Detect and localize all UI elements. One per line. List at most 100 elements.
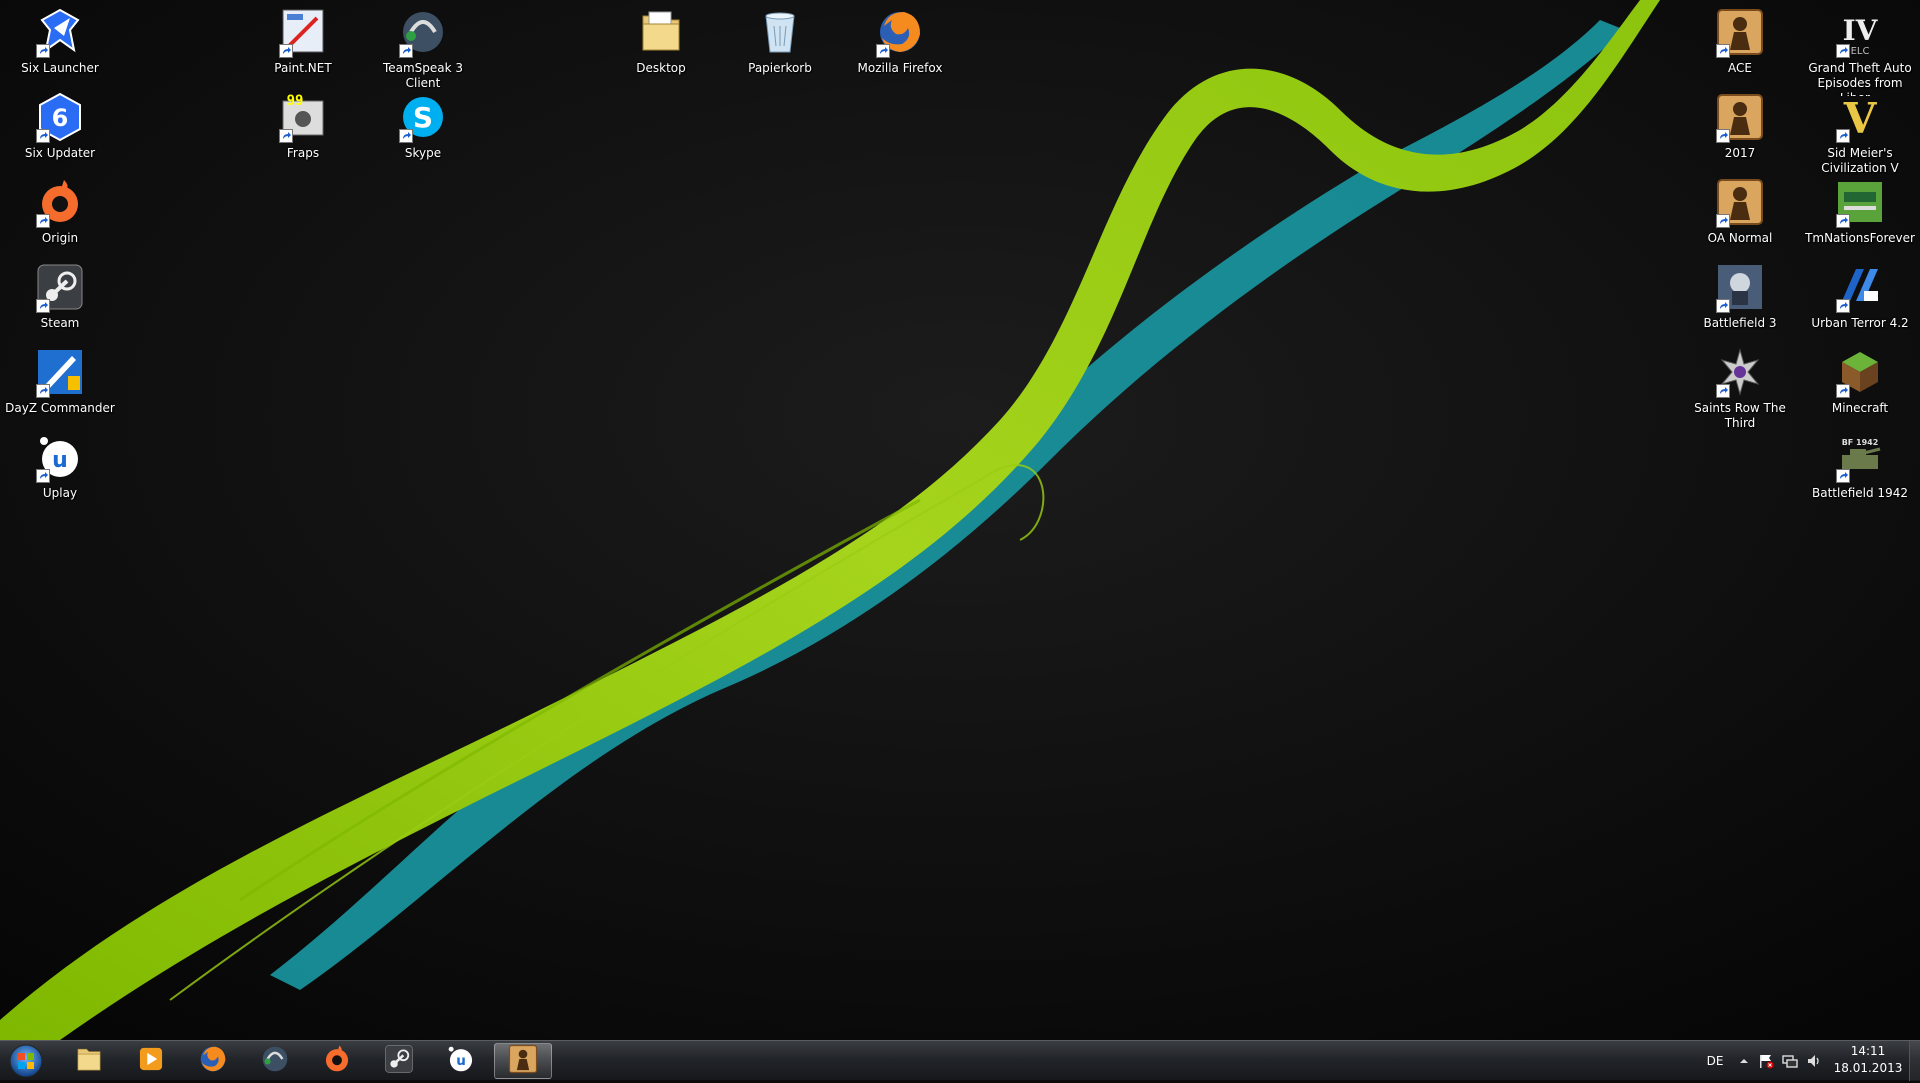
shortcut-arrow-icon xyxy=(1836,384,1850,398)
action-center-flag-icon[interactable] xyxy=(1756,1041,1776,1081)
desktop-icon[interactable]: TeamSpeak 3 Client xyxy=(365,0,481,96)
desktop-icon[interactable]: Battlefield 3 xyxy=(1682,255,1798,351)
shortcut-arrow-icon xyxy=(1836,44,1850,58)
civilization-v-icon: V xyxy=(1834,91,1886,143)
shortcut-arrow-icon xyxy=(1836,299,1850,313)
soldier-game-icon xyxy=(507,1043,539,1079)
taskbar-button[interactable] xyxy=(494,1043,552,1079)
clock-date: 18.01.2013 xyxy=(1833,1061,1903,1075)
desktop-icon-label: Six Updater xyxy=(24,146,96,160)
gta-iv-icon: IV ELC xyxy=(1834,6,1886,58)
shortcut-arrow-icon xyxy=(399,129,413,143)
desktop-icon-label: Fraps xyxy=(286,146,320,160)
steam-icon xyxy=(34,261,86,313)
saints-row-icon xyxy=(1714,346,1766,398)
desktop-icon-label: Six Launcher xyxy=(21,61,99,75)
skype-icon: S xyxy=(397,91,449,143)
desktop-icon[interactable]: Six Launcher xyxy=(2,0,118,96)
firefox-icon xyxy=(197,1043,229,1079)
uplay-icon: u xyxy=(445,1043,477,1079)
show-hidden-icons-arrow-icon[interactable] xyxy=(1736,1041,1752,1081)
taskbar-button[interactable] xyxy=(60,1043,118,1079)
desktop-icon-label: 2017 xyxy=(1724,146,1756,160)
desktop-icon[interactable]: DayZ Commander xyxy=(2,340,118,436)
desktop-icon[interactable]: S Skype xyxy=(365,85,481,181)
desktop-icon[interactable]: Mozilla Firefox xyxy=(842,0,958,96)
shortcut-arrow-icon xyxy=(279,44,293,58)
desktop-icon-label: Urban Terror 4.2 xyxy=(1811,316,1909,330)
clock-time: 14:11 xyxy=(1850,1044,1886,1058)
desktop-icon[interactable]: OA Normal xyxy=(1682,170,1798,266)
start-button[interactable] xyxy=(4,1043,48,1079)
taskbar-button[interactable] xyxy=(184,1043,242,1079)
uplay-icon: u xyxy=(34,431,86,483)
battlefield3-icon xyxy=(1714,261,1766,313)
folder-icon xyxy=(635,6,687,58)
desktop-icon-label: Uplay xyxy=(42,486,78,500)
six-launcher-icon xyxy=(34,6,86,58)
desktop-icon-label: Battlefield 1942 xyxy=(1812,486,1908,500)
taskbar-button[interactable] xyxy=(122,1043,180,1079)
battlefield1942-icon: BF 1942 xyxy=(1834,431,1886,483)
desktop-icon[interactable]: Minecraft xyxy=(1802,340,1918,436)
trackmania-icon xyxy=(1834,176,1886,228)
desktop-icon-label: Desktop xyxy=(636,61,686,75)
desktop-icon-label: OA Normal xyxy=(1707,231,1773,245)
desktop-icon[interactable]: TmNationsForever xyxy=(1802,170,1918,266)
svg-text:S: S xyxy=(413,101,433,134)
svg-text:ELC: ELC xyxy=(1851,46,1870,57)
desktop-icon[interactable]: IVELCGrand Theft Auto Episodes from Libe… xyxy=(1802,0,1918,96)
desktop-icon[interactable]: 2017 xyxy=(1682,85,1798,181)
shortcut-arrow-icon xyxy=(876,44,890,58)
shortcut-arrow-icon xyxy=(36,469,50,483)
svg-text:IV: IV xyxy=(1843,14,1879,47)
desktop-icon[interactable]: ACE xyxy=(1682,0,1798,96)
taskbar-button[interactable] xyxy=(370,1043,428,1079)
soldier-game-icon xyxy=(1714,6,1766,58)
desktop-icon[interactable]: Paint.NET xyxy=(245,0,361,96)
desktop-icon-label: Saints Row The Third xyxy=(1694,401,1786,430)
taskbar-button[interactable] xyxy=(246,1043,304,1079)
svg-text:u: u xyxy=(456,1053,466,1069)
origin-icon xyxy=(34,176,86,228)
desktop-icon-label: Origin xyxy=(41,231,79,245)
desktop-icon[interactable]: 6 Six Updater xyxy=(2,85,118,181)
svg-text:99: 99 xyxy=(287,93,304,109)
recycle-bin-icon xyxy=(754,6,806,58)
desktop-icon[interactable]: Steam xyxy=(2,255,118,351)
show-desktop-button[interactable] xyxy=(1909,1041,1920,1081)
desktop-icon-label: Battlefield 3 xyxy=(1703,316,1777,330)
language-indicator[interactable]: DE xyxy=(1700,1041,1730,1081)
desktop-icon[interactable]: 99 Fraps xyxy=(245,85,361,181)
paint-net-icon xyxy=(277,6,329,58)
desktop-icon[interactable]: Urban Terror 4.2 xyxy=(1802,255,1918,351)
desktop-icon[interactable]: u Uplay xyxy=(2,425,118,521)
desktop-icon-label: Minecraft xyxy=(1831,401,1889,415)
taskbar-button[interactable]: u xyxy=(432,1043,490,1079)
teamspeak-icon xyxy=(259,1043,291,1079)
desktop-icon[interactable]: Saints Row The Third xyxy=(1682,340,1798,436)
desktop-icon-label: Paint.NET xyxy=(274,61,332,75)
volume-icon[interactable] xyxy=(1804,1041,1824,1081)
urban-terror-icon xyxy=(1834,261,1886,313)
shortcut-arrow-icon xyxy=(1836,214,1850,228)
desktop-icon-label: Steam xyxy=(40,316,80,330)
teamspeak-icon xyxy=(397,6,449,58)
desktop-icon-label: TmNationsForever xyxy=(1805,231,1915,245)
svg-text:BF 1942: BF 1942 xyxy=(1842,438,1879,447)
shortcut-arrow-icon xyxy=(36,129,50,143)
shortcut-arrow-icon xyxy=(1716,129,1730,143)
desktop-icon[interactable]: Origin xyxy=(2,170,118,266)
desktop-icon[interactable]: V Sid Meier's Civilization V xyxy=(1802,85,1918,181)
taskbar-button[interactable] xyxy=(308,1043,366,1079)
shortcut-arrow-icon xyxy=(279,129,293,143)
fraps-icon: 99 xyxy=(277,91,329,143)
desktop-icon[interactable]: BF 1942 Battlefield 1942 xyxy=(1802,425,1918,521)
desktop-icon[interactable]: Papierkorb xyxy=(722,0,838,96)
system-clock[interactable]: 14:11 18.01.2013 xyxy=(1830,1043,1906,1077)
firefox-icon xyxy=(874,6,926,58)
network-icon[interactable] xyxy=(1780,1041,1800,1081)
desktop-icon-label: Papierkorb xyxy=(748,61,812,75)
soldier-game-icon xyxy=(1714,176,1766,228)
desktop-icon[interactable]: Desktop xyxy=(603,0,719,96)
